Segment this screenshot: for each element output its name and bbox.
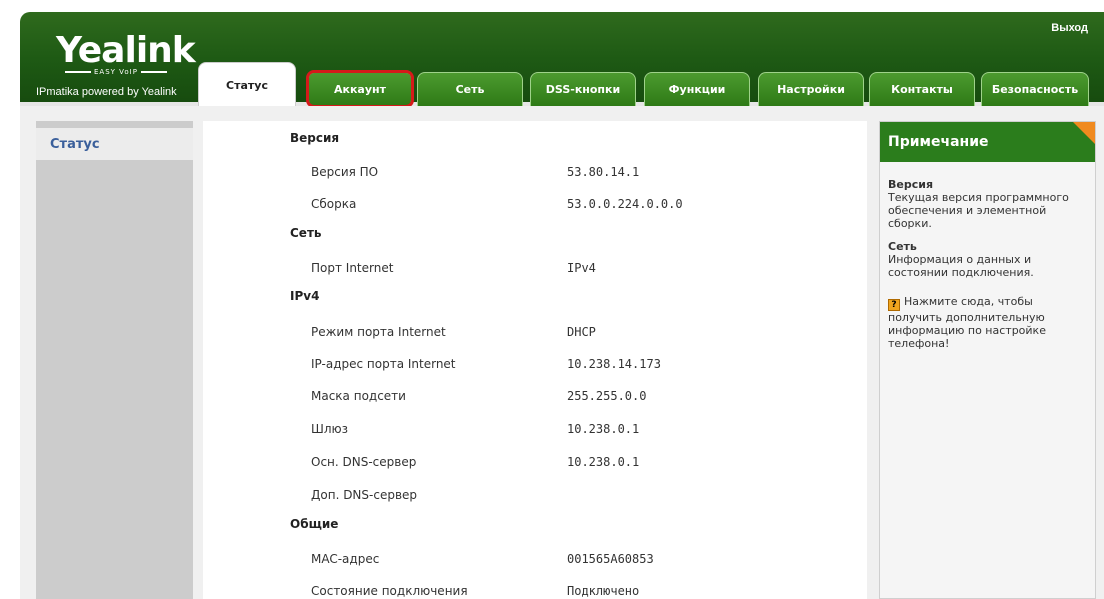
tab-contacts[interactable]: Контакты <box>869 72 975 106</box>
build-value: 53.0.0.224.0.0.0 <box>567 197 683 211</box>
internet-port-label: Порт Internet <box>311 261 394 275</box>
exit-link[interactable]: Выход <box>1051 22 1088 34</box>
tab-dss-keys[interactable]: DSS-кнопки <box>530 72 636 106</box>
port-mode-value: DHCP <box>567 325 596 339</box>
section-ipv4-title: IPv4 <box>290 289 320 303</box>
tab-settings[interactable]: Настройки <box>758 72 864 106</box>
note-panel: Примечание Версия Текущая версия програм… <box>879 121 1096 599</box>
internet-port-value: IPv4 <box>567 261 596 275</box>
yealink-logo: Yealink EASY VoIP <box>56 30 196 77</box>
mac-address-label: MAC-адрес <box>311 552 380 566</box>
build-label: Сборка <box>311 197 357 211</box>
note-version-heading: Версия <box>888 178 934 191</box>
section-network-title: Сеть <box>290 226 322 240</box>
logo-tagline: EASY VoIP <box>56 68 176 76</box>
connection-state-value: Подключено <box>567 584 640 598</box>
tab-features[interactable]: Функции <box>644 72 750 106</box>
note-network-heading: Сеть <box>888 240 917 253</box>
note-title: Примечание <box>880 122 1095 162</box>
primary-dns-label: Осн. DNS-сервер <box>311 455 417 469</box>
gateway-value: 10.238.0.1 <box>567 422 640 436</box>
primary-dns-value: 10.238.0.1 <box>567 455 640 469</box>
tab-status[interactable]: Статус <box>198 62 296 106</box>
help-text[interactable]: Нажмите сюда, чтобы получить дополнитель… <box>888 295 1046 350</box>
gateway-label: Шлюз <box>311 422 348 436</box>
tab-network[interactable]: Сеть <box>417 72 523 106</box>
tab-account[interactable]: Аккаунт <box>306 70 414 108</box>
subnet-mask-value: 255.255.0.0 <box>567 389 647 403</box>
secondary-dns-label: Доп. DNS-сервер <box>311 488 418 502</box>
sidebar <box>36 121 193 599</box>
firmware-value: 53.80.14.1 <box>567 165 640 179</box>
logo-wordmark: Yealink <box>56 30 196 71</box>
ip-address-value: 10.238.14.173 <box>567 357 661 371</box>
note-body: Версия Текущая версия программного обесп… <box>888 178 1088 360</box>
tab-security[interactable]: Безопасность <box>981 72 1089 106</box>
powered-by-text: IPmatika powered by Yealink <box>36 86 177 98</box>
note-network-text: Информация о данных и состоянии подключе… <box>888 253 1034 279</box>
connection-state-label: Состояние подключения <box>311 584 468 598</box>
firmware-label: Версия ПО <box>311 165 379 179</box>
status-panel: Версия Версия ПО 53.80.14.1 Сборка 53.0.… <box>203 121 867 599</box>
mac-address-value: 001565A60853 <box>567 552 654 566</box>
section-version-title: Версия <box>290 131 340 145</box>
help-link[interactable]: ? Нажмите сюда, чтобы получить дополнител… <box>888 295 1088 350</box>
sidebar-item-status[interactable]: Статус <box>36 128 193 160</box>
section-general-title: Общие <box>290 517 339 531</box>
note-version-text: Текущая версия программного обеспечения … <box>888 191 1069 230</box>
note-corner-icon <box>1073 122 1095 144</box>
port-mode-label: Режим порта Internet <box>311 325 446 339</box>
subnet-mask-label: Маска подсети <box>311 389 406 403</box>
help-icon[interactable]: ? <box>888 299 900 311</box>
ip-address-label: IP-адрес порта Internet <box>311 357 456 371</box>
